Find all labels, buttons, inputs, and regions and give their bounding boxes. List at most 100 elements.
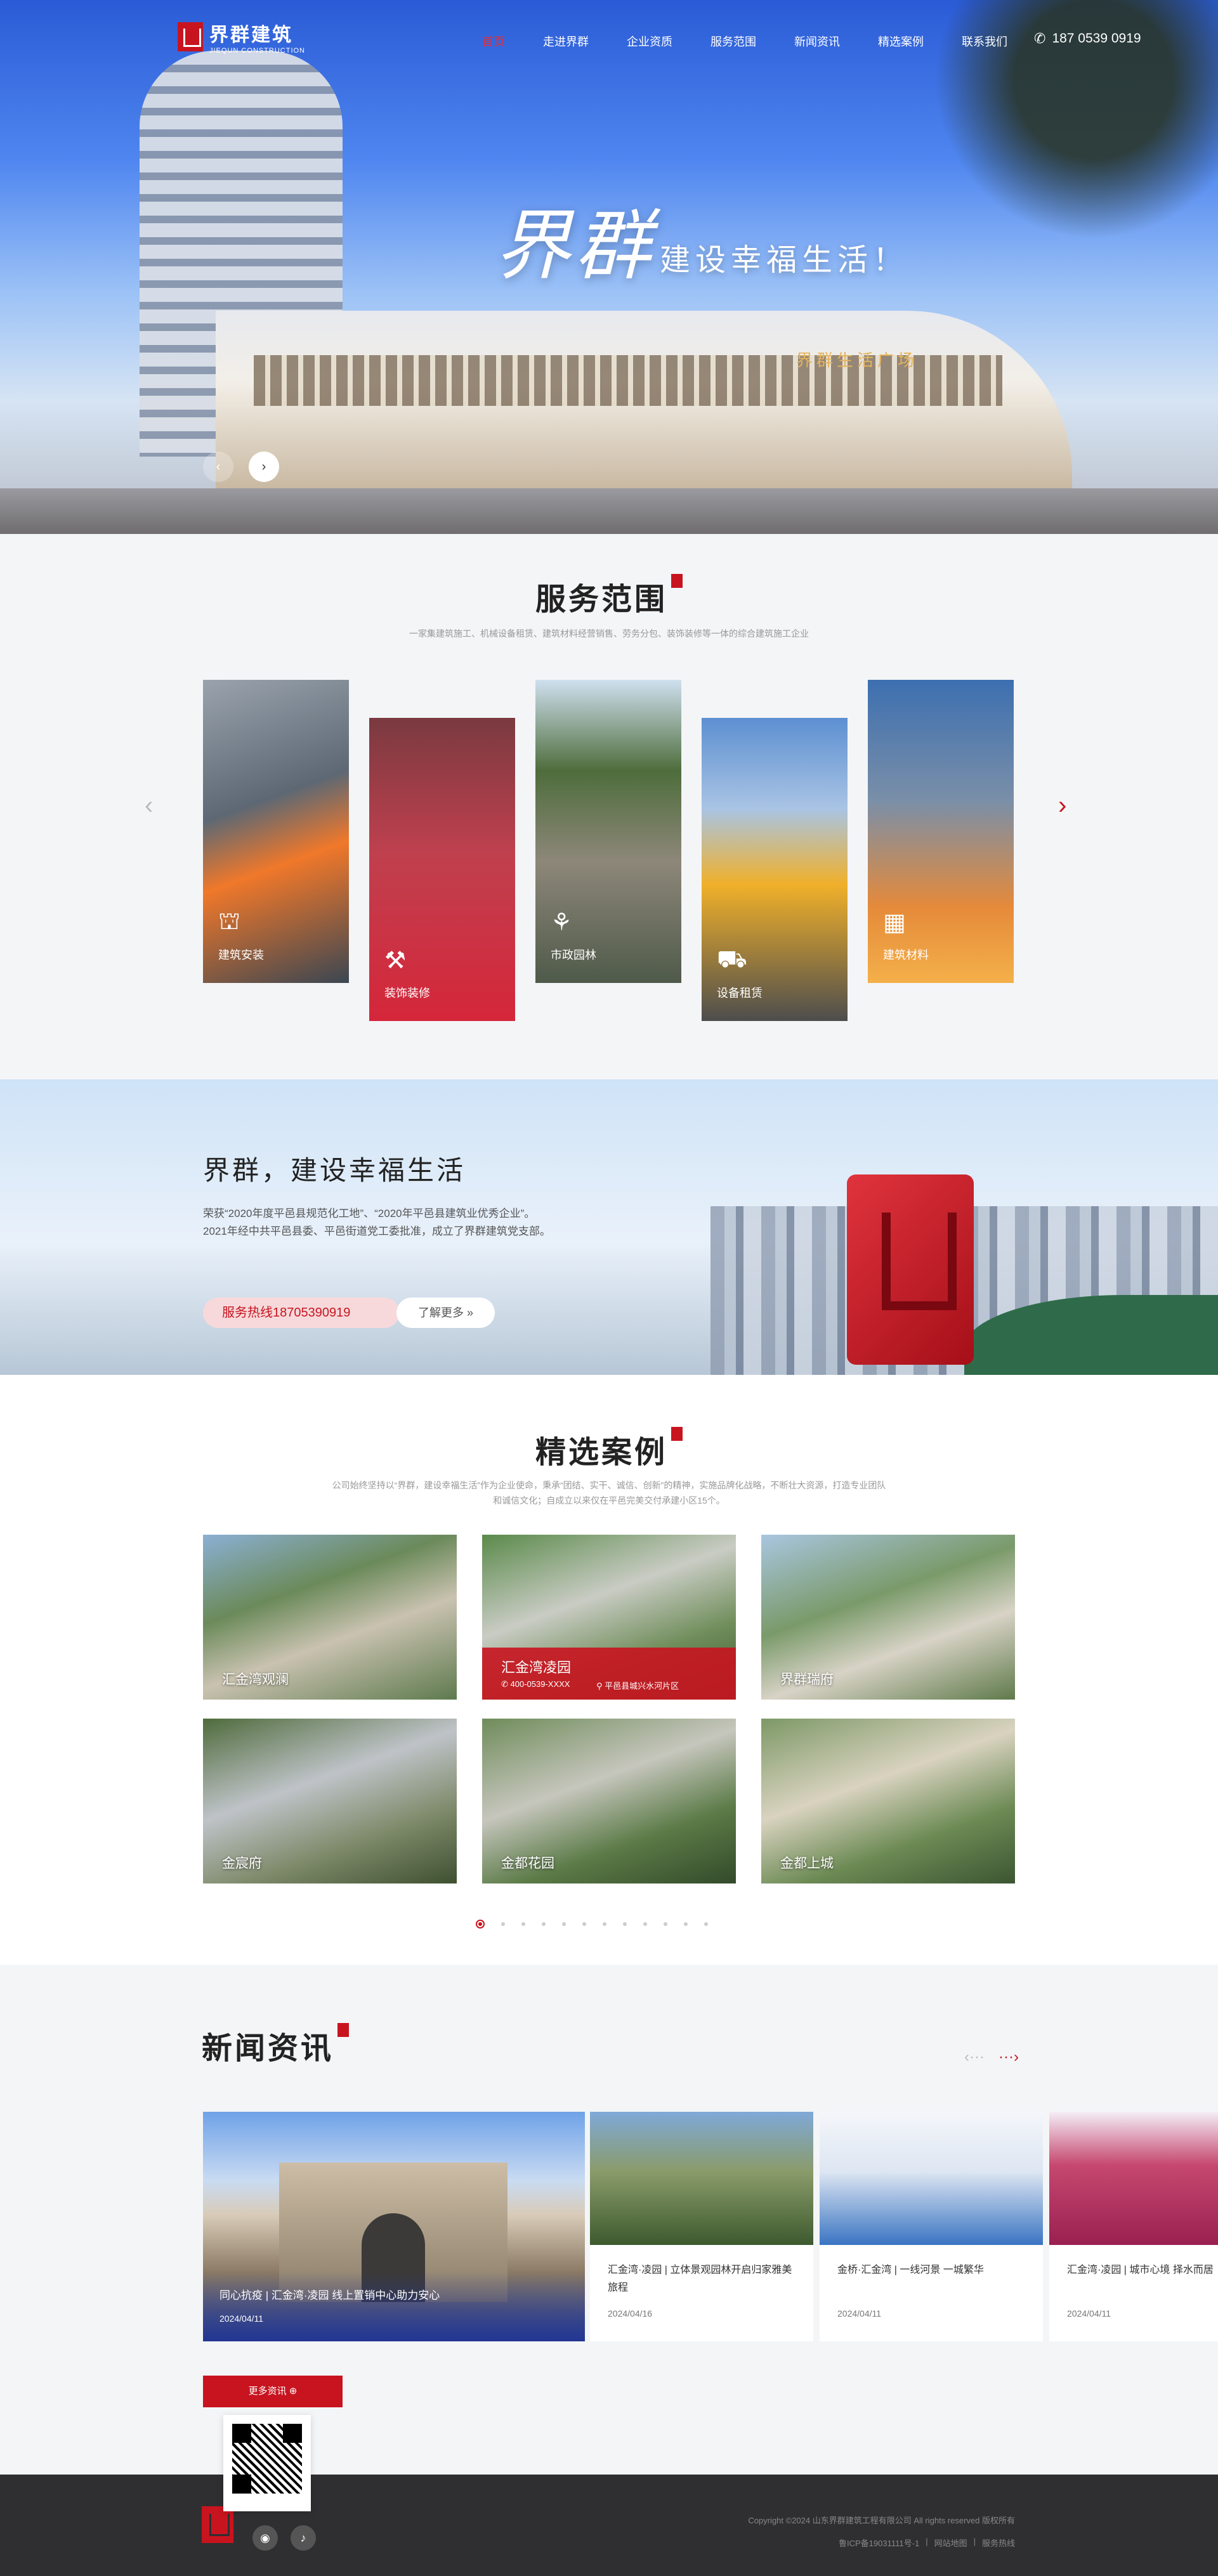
pagination-dot[interactable] [704, 1922, 708, 1926]
service-label: 建筑材料 [883, 949, 929, 961]
pagination-dot[interactable] [643, 1922, 647, 1926]
header-phone[interactable]: ✆ 187 0539 0919 [1034, 30, 1141, 47]
banner-description: 荣获“2020年度平邑县规范化工地”、“2020年平邑县建筑业优秀企业”。 20… [203, 1205, 660, 1240]
seal-icon [671, 1427, 683, 1441]
news-featured-date: 2024/04/11 [219, 2313, 264, 2324]
more-news-button[interactable]: 更多资讯 ⊕ [203, 2376, 343, 2407]
footer-copyright: Copyright ©2024 山东界群建筑工程有限公司 All rights … [748, 2516, 1015, 2525]
logo-mark-icon [178, 22, 203, 51]
pagination-dot[interactable] [521, 1922, 525, 1926]
news-card[interactable]: 汇金湾·凌园 | 立体景观园林开启归家雅美旅程 2024/04/16 [590, 2112, 813, 2341]
cases-title-text: 精选案例 [535, 1436, 667, 1469]
service-label: 建筑安装 [218, 949, 264, 961]
banner-title: 界群，建设幸福生活 [203, 1155, 466, 1185]
service-card[interactable]: ⚘ 市政园林 [535, 680, 681, 983]
footer-icp-link[interactable]: 鲁ICP备19031111号-1 [839, 2537, 919, 2549]
service-card[interactable]: ▦ 建筑材料 [868, 680, 1014, 983]
news-featured-overlay [203, 2272, 585, 2341]
pagination-dot[interactable] [562, 1922, 566, 1926]
service-card[interactable]: ⛟ 设备租赁 [702, 718, 848, 1021]
case-address: ⚲ 平邑县城兴水河片区 [596, 1679, 679, 1691]
case-card[interactable]: 金都花园 [482, 1719, 736, 1883]
seal-icon [671, 574, 683, 588]
news-card-title: 汇金湾·凌园 | 立体景观园林开启归家雅美旅程 [608, 2265, 792, 2293]
nav-item-contact[interactable]: 联系我们 [962, 33, 1007, 49]
case-card[interactable]: 金宸府 [203, 1719, 457, 1883]
news-image [820, 2112, 1043, 2245]
service-image [535, 680, 681, 983]
case-card[interactable]: 汇金湾凌园 ✆ 400-0539-XXXX ⚲ 平邑县城兴水河片区 [482, 1535, 736, 1700]
dotted-arrow-right-icon: ···› [998, 2048, 1019, 2065]
learn-more-button[interactable]: 了解更多 » [396, 1298, 495, 1328]
arrow-left-icon: ‹ [216, 459, 221, 474]
hero-next-button[interactable]: › [249, 452, 279, 482]
service-label: 装饰装修 [384, 987, 430, 999]
hero-prev-button[interactable]: ‹ [203, 452, 233, 482]
case-name: 金都花园 [501, 1856, 554, 1871]
case-name: 金宸府 [222, 1856, 262, 1871]
cases-pagination [476, 1920, 708, 1929]
pagination-dot[interactable] [664, 1922, 667, 1926]
paint-roller-icon: ⚒ [384, 947, 407, 974]
case-card[interactable]: 界群瑞府 [761, 1535, 1015, 1700]
pagination-dot[interactable] [623, 1922, 627, 1926]
services-subtitle: 一家集建筑施工、机械设备租赁、建筑材料经营销售、劳务分包、装饰装修等一体的综合建… [409, 628, 809, 639]
service-card[interactable]: ⚒ 装饰装修 [369, 718, 515, 1021]
chevron-right-icon: › [1058, 791, 1067, 819]
news-card-date: 2024/04/11 [1067, 2308, 1111, 2319]
case-phone-text: 400-0539-XXXX [510, 1679, 570, 1689]
case-address-text: 平邑县城兴水河片区 [605, 1681, 679, 1691]
footer-divider: | [973, 2537, 976, 2546]
slogan-banner: 界群，建设幸福生活 荣获“2020年度平邑县规范化工地”、“2020年平邑县建筑… [0, 1079, 1218, 1375]
nav-item-services[interactable]: 服务范围 [710, 33, 756, 49]
hotline-button[interactable]: 服务热线18705390919 [203, 1298, 400, 1328]
news-title-text: 新闻资讯 [202, 2032, 334, 2065]
cases-title: 精选案例 [0, 1427, 1218, 1471]
news-next-button[interactable]: ···› [999, 2048, 1019, 2066]
news-card[interactable]: 汇金湾·凌园 | 城市心境 择水而居 2024/04/11 [1049, 2112, 1218, 2341]
news-prev-button[interactable]: ‹··· [964, 2048, 985, 2066]
footer-sitemap-link[interactable]: 网站地图 [934, 2537, 967, 2549]
pagination-dot[interactable] [582, 1922, 586, 1926]
chevron-left-icon: ‹ [145, 791, 154, 819]
nav-item-news[interactable]: 新闻资讯 [794, 33, 840, 49]
pagination-dot[interactable] [542, 1922, 546, 1926]
news-card-title: 汇金湾·凌园 | 城市心境 择水而居 [1067, 2265, 1214, 2275]
case-card[interactable]: 汇金湾观澜 [203, 1535, 457, 1700]
pagination-dot[interactable] [684, 1922, 688, 1926]
services-title-text: 服务范围 [535, 583, 667, 616]
news-card-date: 2024/04/16 [608, 2308, 653, 2319]
wechat-icon[interactable]: ◉ [252, 2525, 278, 2551]
tiktok-icon[interactable]: ♪ [291, 2525, 316, 2551]
nav-item-about[interactable]: 走进界群 [543, 33, 589, 49]
hero-slogan-small: 建设幸福生活！ [660, 242, 909, 278]
service-image [369, 718, 515, 1021]
wechat-qr-popup [223, 2415, 311, 2511]
excavator-icon: ⛟ [717, 946, 747, 973]
news-featured-title: 同心抗疫 | 汇金湾·凌园 线上置销中心助力安心 [219, 2289, 440, 2301]
services-next-button[interactable]: › [1058, 791, 1066, 820]
services-prev-button[interactable]: ‹ [145, 791, 153, 820]
qr-code-image [232, 2424, 302, 2494]
nav-item-home[interactable]: 首页 [482, 33, 505, 49]
hero-slogan-big: 界群 [495, 202, 655, 290]
dotted-arrow-left-icon: ‹··· [964, 2048, 985, 2065]
news-image [1049, 2112, 1218, 2245]
nav-item-qualification[interactable]: 企业资质 [627, 33, 672, 49]
arrow-right-icon: › [261, 459, 266, 474]
service-card[interactable]: ⛫ 建筑安装 [203, 680, 349, 983]
pagination-dot[interactable] [501, 1922, 505, 1926]
footer-admin-link[interactable]: 服务热线 [982, 2537, 1015, 2549]
nav-item-cases[interactable]: 精选案例 [878, 33, 924, 49]
case-card[interactable]: 金都上城 [761, 1719, 1015, 1883]
case-name: 金都上城 [780, 1856, 834, 1871]
pagination-dot[interactable] [476, 1920, 485, 1929]
news-featured-card[interactable]: 同心抗疫 | 汇金湾·凌园 线上置销中心助力安心 2024/04/11 [203, 2112, 585, 2341]
site-logo[interactable]: 界群建筑 JIEQUN CONSTRUCTION [178, 19, 305, 55]
news-slider-controls: ‹··· ···› [964, 2048, 1019, 2066]
news-card[interactable]: 金桥·汇金湾 | 一线河景 一城繁华 2024/04/11 [820, 2112, 1043, 2341]
pagination-dot[interactable] [603, 1922, 606, 1926]
banner-desc-line: 荣获“2020年度平邑县规范化工地”、“2020年平邑县建筑业优秀企业”。 [203, 1207, 535, 1220]
service-image [868, 680, 1014, 983]
header-phone-number: 187 0539 0919 [1052, 31, 1141, 46]
